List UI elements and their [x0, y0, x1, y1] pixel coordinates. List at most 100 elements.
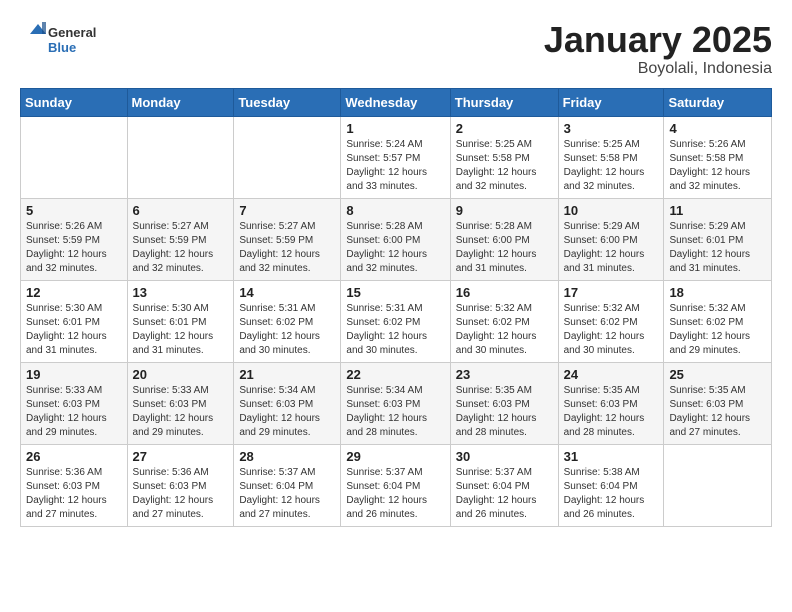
day-info: Sunrise: 5:33 AMSunset: 6:03 PMDaylight:…	[26, 384, 122, 440]
calendar-day-cell: 18 Sunrise: 5:32 AMSunset: 6:02 PMDayligh…	[664, 280, 772, 362]
day-info: Sunrise: 5:27 AMSunset: 5:59 PMDaylight:…	[239, 220, 335, 276]
calendar-day-cell: 13 Sunrise: 5:30 AMSunset: 6:01 PMDayligh…	[127, 280, 234, 362]
day-info: Sunrise: 5:35 AMSunset: 6:03 PMDaylight:…	[564, 384, 659, 440]
location-subtitle: Boyolali, Indonesia	[544, 60, 772, 78]
day-number: 23	[456, 367, 553, 382]
calendar-day-cell: 14Sunrise: 5:31 AMSunset: 6:02 PMDayligh…	[234, 280, 341, 362]
weekday-header-thursday: Thursday	[450, 88, 558, 116]
day-info: Sunrise: 5:32 AMSunset: 6:02 PMDaylight:…	[564, 302, 659, 358]
logo-svg: General Blue	[20, 20, 110, 60]
day-number: 6	[133, 203, 229, 218]
calendar-day-cell: 29 Sunrise: 5:37 AMSunset: 6:04 PMDayligh…	[341, 444, 450, 526]
day-number: 24	[564, 367, 659, 382]
calendar-week-row: 12 Sunrise: 5:30 AMSunset: 6:01 PMDayligh…	[21, 280, 772, 362]
calendar-week-row: 5 Sunrise: 5:26 AMSunset: 5:59 PMDaylight…	[21, 198, 772, 280]
day-number: 16	[456, 285, 553, 300]
weekday-header-tuesday: Tuesday	[234, 88, 341, 116]
day-number: 22	[346, 367, 444, 382]
day-info: Sunrise: 5:37 AMSunset: 6:04 PMDaylight:…	[456, 466, 553, 522]
day-info: Sunrise: 5:25 AMSunset: 5:58 PMDaylight:…	[456, 138, 553, 194]
day-number: 21	[239, 367, 335, 382]
calendar-day-cell: 17 Sunrise: 5:32 AMSunset: 6:02 PMDayligh…	[558, 280, 664, 362]
empty-day-cell	[234, 116, 341, 198]
day-info: Sunrise: 5:28 AMSunset: 6:00 PMDaylight:…	[456, 220, 553, 276]
day-info: Sunrise: 5:37 AMSunset: 6:04 PMDaylight:…	[346, 466, 444, 522]
day-number: 12	[26, 285, 122, 300]
day-info: Sunrise: 5:35 AMSunset: 6:03 PMDaylight:…	[669, 384, 766, 440]
calendar-day-cell: 2 Sunrise: 5:25 AMSunset: 5:58 PMDaylight…	[450, 116, 558, 198]
day-info: Sunrise: 5:29 AMSunset: 6:00 PMDaylight:…	[564, 220, 659, 276]
day-info: Sunrise: 5:24 AMSunset: 5:57 PMDaylight:…	[346, 138, 444, 194]
calendar-day-cell: 30Sunrise: 5:37 AMSunset: 6:04 PMDayligh…	[450, 444, 558, 526]
calendar-day-cell: 28Sunrise: 5:37 AMSunset: 6:04 PMDayligh…	[234, 444, 341, 526]
calendar-table: SundayMondayTuesdayWednesdayThursdayFrid…	[20, 88, 772, 527]
calendar-day-cell: 20 Sunrise: 5:33 AMSunset: 6:03 PMDayligh…	[127, 362, 234, 444]
month-title: January 2025	[544, 20, 772, 60]
day-number: 25	[669, 367, 766, 382]
logo: General Blue	[20, 20, 110, 60]
calendar-day-cell: 3 Sunrise: 5:25 AMSunset: 5:58 PMDaylight…	[558, 116, 664, 198]
calendar-day-cell: 6Sunrise: 5:27 AMSunset: 5:59 PMDaylight…	[127, 198, 234, 280]
weekday-header-wednesday: Wednesday	[341, 88, 450, 116]
day-info: Sunrise: 5:36 AMSunset: 6:03 PMDaylight:…	[133, 466, 229, 522]
empty-day-cell	[664, 444, 772, 526]
day-info: Sunrise: 5:37 AMSunset: 6:04 PMDaylight:…	[239, 466, 335, 522]
calendar-day-cell: 4 Sunrise: 5:26 AMSunset: 5:58 PMDaylight…	[664, 116, 772, 198]
day-number: 5	[26, 203, 122, 218]
calendar-day-cell: 26Sunrise: 5:36 AMSunset: 6:03 PMDayligh…	[21, 444, 128, 526]
day-number: 17	[564, 285, 659, 300]
calendar-day-cell: 9 Sunrise: 5:28 AMSunset: 6:00 PMDaylight…	[450, 198, 558, 280]
calendar-week-row: 1Sunrise: 5:24 AMSunset: 5:57 PMDaylight…	[21, 116, 772, 198]
page-header: General Blue January 2025 Boyolali, Indo…	[20, 20, 772, 78]
calendar-day-cell: 12 Sunrise: 5:30 AMSunset: 6:01 PMDayligh…	[21, 280, 128, 362]
weekday-header-row: SundayMondayTuesdayWednesdayThursdayFrid…	[21, 88, 772, 116]
calendar-day-cell: 15Sunrise: 5:31 AMSunset: 6:02 PMDayligh…	[341, 280, 450, 362]
day-number: 8	[346, 203, 444, 218]
day-number: 29	[346, 449, 444, 464]
day-info: Sunrise: 5:34 AMSunset: 6:03 PMDaylight:…	[239, 384, 335, 440]
day-info: Sunrise: 5:31 AMSunset: 6:02 PMDaylight:…	[239, 302, 335, 358]
day-number: 11	[669, 203, 766, 218]
day-number: 3	[564, 121, 659, 136]
calendar-day-cell: 7Sunrise: 5:27 AMSunset: 5:59 PMDaylight…	[234, 198, 341, 280]
day-number: 19	[26, 367, 122, 382]
day-info: Sunrise: 5:34 AMSunset: 6:03 PMDaylight:…	[346, 384, 444, 440]
calendar-day-cell: 21 Sunrise: 5:34 AMSunset: 6:03 PMDayligh…	[234, 362, 341, 444]
calendar-day-cell: 10Sunrise: 5:29 AMSunset: 6:00 PMDayligh…	[558, 198, 664, 280]
day-info: Sunrise: 5:29 AMSunset: 6:01 PMDaylight:…	[669, 220, 766, 276]
day-number: 9	[456, 203, 553, 218]
title-block: January 2025 Boyolali, Indonesia	[544, 20, 772, 78]
weekday-header-monday: Monday	[127, 88, 234, 116]
calendar-week-row: 26Sunrise: 5:36 AMSunset: 6:03 PMDayligh…	[21, 444, 772, 526]
day-info: Sunrise: 5:26 AMSunset: 5:59 PMDaylight:…	[26, 220, 122, 276]
day-info: Sunrise: 5:38 AMSunset: 6:04 PMDaylight:…	[564, 466, 659, 522]
svg-text:General: General	[48, 25, 96, 40]
day-number: 13	[133, 285, 229, 300]
calendar-day-cell: 11 Sunrise: 5:29 AMSunset: 6:01 PMDayligh…	[664, 198, 772, 280]
day-number: 31	[564, 449, 659, 464]
day-info: Sunrise: 5:32 AMSunset: 6:02 PMDaylight:…	[456, 302, 553, 358]
day-info: Sunrise: 5:33 AMSunset: 6:03 PMDaylight:…	[133, 384, 229, 440]
day-info: Sunrise: 5:30 AMSunset: 6:01 PMDaylight:…	[133, 302, 229, 358]
day-info: Sunrise: 5:28 AMSunset: 6:00 PMDaylight:…	[346, 220, 444, 276]
day-info: Sunrise: 5:26 AMSunset: 5:58 PMDaylight:…	[669, 138, 766, 194]
day-number: 2	[456, 121, 553, 136]
weekday-header-saturday: Saturday	[664, 88, 772, 116]
calendar-week-row: 19 Sunrise: 5:33 AMSunset: 6:03 PMDayligh…	[21, 362, 772, 444]
calendar-day-cell: 22 Sunrise: 5:34 AMSunset: 6:03 PMDayligh…	[341, 362, 450, 444]
calendar-day-cell: 1Sunrise: 5:24 AMSunset: 5:57 PMDaylight…	[341, 116, 450, 198]
calendar-day-cell: 31 Sunrise: 5:38 AMSunset: 6:04 PMDayligh…	[558, 444, 664, 526]
calendar-day-cell: 23 Sunrise: 5:35 AMSunset: 6:03 PMDayligh…	[450, 362, 558, 444]
weekday-header-friday: Friday	[558, 88, 664, 116]
day-info: Sunrise: 5:25 AMSunset: 5:58 PMDaylight:…	[564, 138, 659, 194]
day-number: 15	[346, 285, 444, 300]
day-info: Sunrise: 5:35 AMSunset: 6:03 PMDaylight:…	[456, 384, 553, 440]
day-info: Sunrise: 5:32 AMSunset: 6:02 PMDaylight:…	[669, 302, 766, 358]
day-number: 18	[669, 285, 766, 300]
day-info: Sunrise: 5:30 AMSunset: 6:01 PMDaylight:…	[26, 302, 122, 358]
calendar-day-cell: 27Sunrise: 5:36 AMSunset: 6:03 PMDayligh…	[127, 444, 234, 526]
calendar-day-cell: 8 Sunrise: 5:28 AMSunset: 6:00 PMDaylight…	[341, 198, 450, 280]
calendar-day-cell: 25 Sunrise: 5:35 AMSunset: 6:03 PMDayligh…	[664, 362, 772, 444]
day-number: 4	[669, 121, 766, 136]
day-number: 20	[133, 367, 229, 382]
